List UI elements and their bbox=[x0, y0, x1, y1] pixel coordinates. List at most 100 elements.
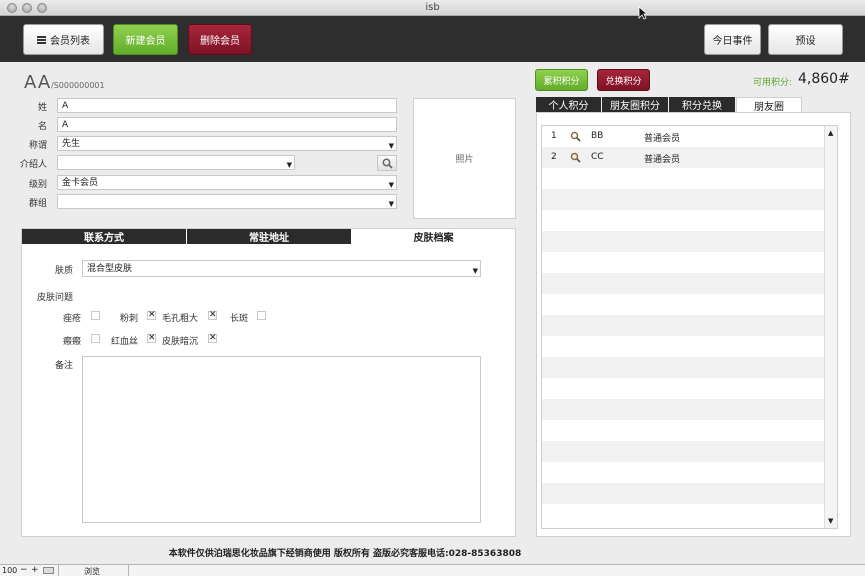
window-title: isb bbox=[425, 2, 440, 13]
list-item bbox=[542, 378, 825, 399]
status-divider bbox=[128, 565, 129, 576]
issue-label-acne: 痤疮 bbox=[63, 314, 82, 324]
list-item[interactable]: 2 CC 普通会员 bbox=[542, 147, 825, 168]
issue-checkbox-dull[interactable]: ✕ bbox=[208, 334, 217, 343]
issue-checkbox-redness[interactable]: ✕ bbox=[147, 334, 156, 343]
row-index: 1 bbox=[551, 131, 557, 141]
friend-level: 普通会员 bbox=[644, 155, 681, 165]
row-index: 2 bbox=[551, 152, 557, 162]
accumulate-points-button[interactable]: 累积积分 bbox=[535, 69, 588, 91]
skin-type-value: 混合型皮肤 bbox=[87, 264, 133, 274]
referrer-search-button[interactable] bbox=[377, 155, 397, 171]
tab-address[interactable]: 常驻地址 bbox=[187, 229, 351, 244]
list-item bbox=[542, 294, 825, 315]
tab-skin-profile[interactable]: 皮肤档案 bbox=[352, 229, 515, 244]
mouse-cursor-icon bbox=[638, 6, 647, 20]
list-item bbox=[542, 273, 825, 294]
first-name-label: 名 bbox=[37, 122, 47, 132]
issue-label-pores: 毛孔粗大 bbox=[162, 314, 199, 324]
skin-issues-label: 皮肤问题 bbox=[37, 293, 74, 303]
list-icon bbox=[37, 35, 46, 44]
issue-label-blackhead: 粉刺 bbox=[120, 314, 139, 324]
available-points-value: 4,860# bbox=[798, 71, 850, 87]
title-label: 称谓 bbox=[28, 141, 47, 151]
last-name-field[interactable]: A bbox=[57, 98, 397, 113]
search-icon[interactable] bbox=[570, 152, 581, 163]
list-item bbox=[542, 399, 825, 420]
mode-label: 浏览 bbox=[84, 567, 100, 576]
member-name: AA bbox=[24, 72, 52, 93]
tab-contact[interactable]: 联系方式 bbox=[22, 229, 186, 244]
presets-button[interactable]: 预设 bbox=[768, 24, 843, 55]
list-item bbox=[542, 231, 825, 252]
layout-toggle-icon[interactable] bbox=[43, 567, 54, 574]
chevron-down-icon: ▼ bbox=[472, 267, 478, 275]
copyright-notice: 本软件仅供泊瑞思化妆品旗下经销商使用 版权所有 盗版必究客服电话:028-853… bbox=[168, 549, 522, 559]
list-item bbox=[542, 462, 825, 483]
title-value: 先生 bbox=[62, 139, 81, 149]
tab-personal-points[interactable]: 个人积分 bbox=[536, 97, 601, 112]
tab-points-redeem[interactable]: 积分兑换 bbox=[669, 97, 735, 112]
level-label: 级别 bbox=[28, 180, 47, 190]
zoom-in-icon[interactable]: + bbox=[31, 565, 39, 575]
group-select[interactable]: ▼ bbox=[57, 194, 397, 209]
zoom-level: 100 bbox=[2, 566, 18, 575]
zoom-out-icon[interactable]: − bbox=[20, 565, 28, 575]
search-icon bbox=[382, 158, 393, 169]
list-item bbox=[542, 336, 825, 357]
chevron-down-icon: ▼ bbox=[388, 200, 394, 208]
friend-name: BB bbox=[591, 131, 604, 141]
notes-textarea[interactable] bbox=[82, 356, 481, 523]
issue-checkbox-spots[interactable] bbox=[257, 311, 266, 320]
issue-label-redness: 红血丝 bbox=[111, 337, 139, 347]
scroll-up-icon[interactable]: ▲ bbox=[828, 129, 833, 137]
last-name-label: 姓 bbox=[37, 103, 47, 113]
list-item bbox=[542, 315, 825, 336]
issue-checkbox-blackhead[interactable]: ✕ bbox=[147, 311, 156, 320]
today-events-button[interactable]: 今日事件 bbox=[704, 24, 761, 55]
title-select[interactable]: 先生 ▼ bbox=[57, 136, 397, 151]
friends-list-scrollbar[interactable]: ▲ ▼ bbox=[824, 126, 837, 528]
skin-type-select[interactable]: 混合型皮肤 ▼ bbox=[82, 260, 481, 277]
search-icon[interactable] bbox=[570, 131, 581, 142]
list-item bbox=[542, 483, 825, 504]
friend-name: CC bbox=[591, 152, 604, 162]
window-titlebar: isb bbox=[0, 0, 865, 16]
photo-box[interactable]: 照片 bbox=[413, 98, 516, 219]
level-select[interactable]: 金卡会员 ▼ bbox=[57, 175, 397, 190]
issue-label-dull: 皮肤暗沉 bbox=[162, 337, 199, 347]
issue-label-scar: 瘢瘢 bbox=[63, 337, 82, 347]
scroll-down-icon[interactable]: ▼ bbox=[828, 517, 833, 525]
group-label: 群组 bbox=[28, 199, 47, 209]
list-item bbox=[542, 357, 825, 378]
issue-checkbox-scar[interactable] bbox=[91, 334, 100, 343]
chevron-down-icon: ▼ bbox=[388, 181, 394, 189]
referrer-select[interactable]: ▼ bbox=[57, 155, 295, 170]
new-member-button[interactable]: 新建会员 bbox=[113, 24, 178, 55]
issue-checkbox-acne[interactable] bbox=[91, 311, 100, 320]
list-item bbox=[542, 210, 825, 231]
skin-type-label: 肤质 bbox=[55, 266, 74, 276]
issue-label-spots: 长斑 bbox=[230, 314, 249, 324]
available-points-label: 可用积分: bbox=[753, 78, 793, 88]
list-item bbox=[542, 189, 825, 210]
issue-checkbox-pores[interactable]: ✕ bbox=[208, 311, 217, 320]
member-id: /S000000001 bbox=[51, 81, 105, 90]
friend-level: 普通会员 bbox=[644, 134, 681, 144]
member-list-button[interactable]: 会员列表 bbox=[23, 24, 104, 55]
first-name-field[interactable]: A bbox=[57, 117, 397, 132]
member-list-label: 会员列表 bbox=[50, 36, 90, 47]
tab-friend-points[interactable]: 朋友圈积分 bbox=[602, 97, 668, 112]
redeem-points-button[interactable]: 兑换积分 bbox=[597, 69, 650, 91]
photo-label: 照片 bbox=[455, 155, 474, 165]
list-item bbox=[542, 504, 825, 525]
tab-friends[interactable]: 朋友圈 bbox=[736, 97, 802, 113]
list-item bbox=[542, 168, 825, 189]
status-divider bbox=[58, 565, 59, 576]
referrer-label: 介绍人 bbox=[19, 160, 47, 170]
list-item[interactable]: 1 BB 普通会员 bbox=[542, 126, 825, 147]
notes-label: 备注 bbox=[55, 361, 74, 371]
list-item bbox=[542, 252, 825, 273]
status-bar: 100 − + 浏览 bbox=[0, 564, 865, 576]
delete-member-button[interactable]: 删除会员 bbox=[188, 24, 252, 55]
